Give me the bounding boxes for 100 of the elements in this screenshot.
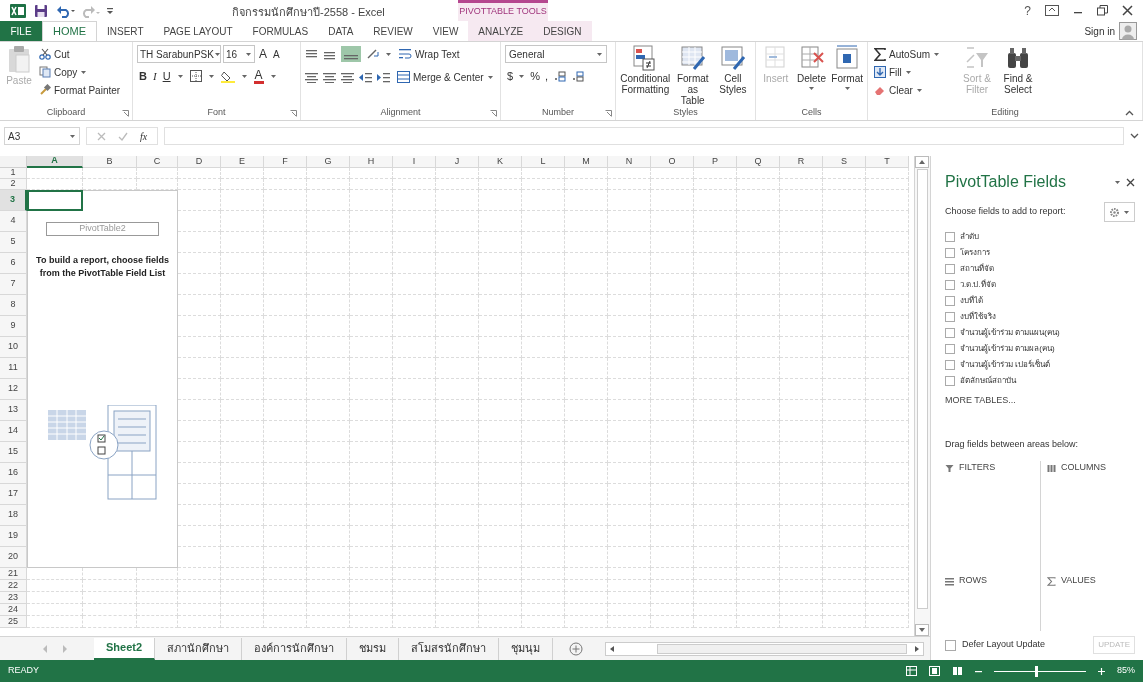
format-painter-button[interactable]: Format Painter	[37, 81, 123, 99]
italic-button[interactable]: I	[152, 68, 157, 85]
sign-in-link[interactable]: Sign in	[1084, 23, 1115, 39]
row-header[interactable]: 12	[0, 379, 27, 400]
ribbon-display-icon[interactable]	[1045, 5, 1059, 16]
more-tables-link[interactable]: MORE TABLES...	[945, 394, 1016, 408]
align-center-icon[interactable]	[323, 71, 336, 83]
cancel-icon[interactable]	[97, 131, 106, 141]
enter-icon[interactable]	[118, 131, 128, 141]
row-header[interactable]: 14	[0, 421, 27, 442]
page-break-view-icon[interactable]	[952, 666, 963, 676]
percent-button[interactable]: %	[530, 68, 540, 85]
column-header[interactable]: L	[522, 156, 565, 168]
row-header[interactable]: 21	[0, 568, 27, 580]
ribbon-tab[interactable]: INSERT	[97, 21, 154, 41]
decrease-decimal-icon[interactable]	[570, 70, 584, 82]
align-right-icon[interactable]	[341, 71, 354, 83]
merge-center-button[interactable]: Merge & Center	[395, 68, 496, 86]
column-header[interactable]: N	[608, 156, 651, 168]
customize-toolbar-icon[interactable]	[106, 6, 114, 15]
scrollbar-thumb[interactable]	[917, 169, 928, 609]
row-header[interactable]: 17	[0, 484, 27, 505]
row-header[interactable]: 1	[0, 168, 27, 179]
save-icon[interactable]	[34, 3, 48, 18]
defer-checkbox[interactable]	[945, 639, 956, 651]
cells-button[interactable]: Format	[831, 45, 863, 91]
sheet-tab[interactable]: องค์การนักศึกษา	[242, 637, 348, 660]
scrollbar-thumb[interactable]	[657, 643, 907, 654]
new-sheet-icon[interactable]	[569, 641, 584, 656]
autosum-button[interactable]: AutoSum	[872, 45, 956, 63]
borders-icon[interactable]	[189, 70, 202, 83]
field-checkbox[interactable]	[945, 376, 955, 386]
clear-button[interactable]: Clear	[872, 81, 956, 99]
field-checkbox[interactable]	[945, 344, 955, 354]
column-header[interactable]: M	[565, 156, 608, 168]
field-checkbox[interactable]	[945, 264, 955, 274]
row-header[interactable]: 6	[0, 253, 27, 274]
row-header[interactable]: 11	[0, 358, 27, 379]
row-header[interactable]: 13	[0, 400, 27, 421]
field-checkbox[interactable]	[945, 296, 955, 306]
normal-view-icon[interactable]	[906, 666, 917, 676]
ribbon-tab[interactable]: HOME	[42, 21, 97, 41]
styles-button[interactable]: Format as Table	[674, 45, 711, 106]
align-left-icon[interactable]	[305, 71, 318, 83]
underline-button[interactable]: U	[162, 68, 171, 85]
zoom-slider-thumb[interactable]	[1035, 665, 1039, 677]
column-header[interactable]: G	[307, 156, 350, 168]
row-header[interactable]: 19	[0, 526, 27, 547]
align-top-icon[interactable]	[305, 48, 318, 60]
row-header[interactable]: 2	[0, 179, 27, 190]
expand-formula-bar-icon[interactable]	[1130, 133, 1139, 139]
zoom-slider[interactable]	[994, 665, 1086, 677]
column-header[interactable]: R	[780, 156, 823, 168]
column-header[interactable]: S	[823, 156, 866, 168]
comma-button[interactable]: ,	[544, 68, 548, 85]
dialog-launcher-icon[interactable]	[605, 110, 612, 117]
restore-icon[interactable]	[1097, 5, 1108, 16]
column-header[interactable]: K	[479, 156, 522, 168]
column-header[interactable]: T	[866, 156, 909, 168]
scroll-up-icon[interactable]	[915, 156, 929, 168]
selected-cell[interactable]	[27, 190, 83, 211]
field-checkbox[interactable]	[945, 248, 955, 258]
ribbon-tab[interactable]: DESIGN	[533, 21, 592, 41]
decrease-indent-icon[interactable]	[359, 71, 372, 83]
column-header[interactable]: C	[137, 156, 178, 168]
row-header[interactable]: 7	[0, 274, 27, 295]
select-all-button[interactable]	[0, 156, 27, 168]
styles-button[interactable]: Conditional Formatting	[620, 45, 671, 95]
close-icon[interactable]	[1122, 5, 1133, 16]
column-header[interactable]: B	[83, 156, 137, 168]
sheet-tab[interactable]: ชมรม	[347, 637, 400, 660]
row-header[interactable]: 24	[0, 604, 27, 616]
next-sheet-icon[interactable]	[60, 643, 70, 654]
ribbon-tab[interactable]: FORMULAS	[242, 21, 319, 41]
help-button[interactable]: ?	[1024, 4, 1031, 17]
ribbon-tab[interactable]: REVIEW	[363, 21, 423, 41]
field-checkbox[interactable]	[945, 328, 955, 338]
collapse-ribbon-icon[interactable]	[1125, 110, 1134, 116]
zoom-in-icon[interactable]	[1098, 667, 1105, 675]
row-header[interactable]: 18	[0, 505, 27, 526]
increase-indent-icon[interactable]	[377, 71, 390, 83]
align-bottom-icon[interactable]	[341, 46, 361, 62]
dialog-launcher-icon[interactable]	[290, 110, 297, 117]
fill-button[interactable]: Fill	[872, 63, 956, 81]
dialog-launcher-icon[interactable]	[490, 110, 497, 117]
column-header[interactable]: P	[694, 156, 737, 168]
scroll-down-icon[interactable]	[915, 624, 929, 636]
find-select-button[interactable]: Find & Select	[998, 45, 1038, 95]
row-header[interactable]: 20	[0, 547, 27, 568]
shrink-font-button[interactable]: A	[271, 46, 282, 62]
increase-decimal-icon[interactable]	[552, 70, 566, 82]
close-icon[interactable]	[1126, 177, 1135, 187]
fill-color-icon[interactable]	[220, 69, 235, 83]
field-checkbox[interactable]	[945, 232, 955, 242]
cut-button[interactable]: Cut	[37, 45, 123, 63]
column-header[interactable]: A	[27, 156, 83, 168]
column-header[interactable]: O	[651, 156, 694, 168]
column-header[interactable]: J	[436, 156, 479, 168]
row-header[interactable]: 4	[0, 211, 27, 232]
font-color-button[interactable]: A	[253, 68, 264, 84]
